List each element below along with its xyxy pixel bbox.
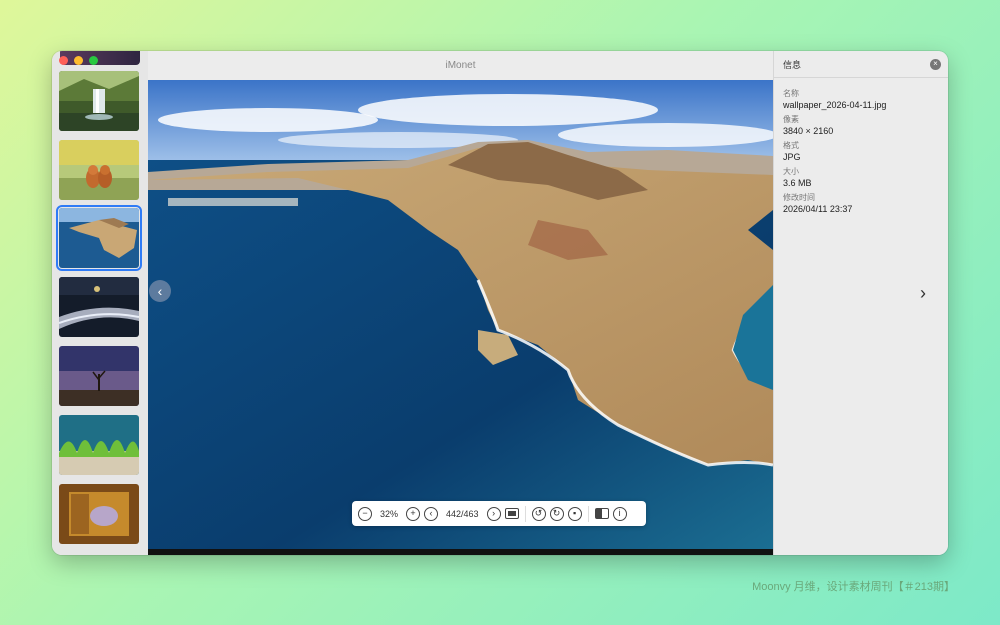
field-value-name: wallpaper_2026-04-11.jpg xyxy=(783,100,887,110)
delete-icon[interactable]: ▪ xyxy=(567,506,582,521)
main-photo[interactable] xyxy=(148,80,773,549)
zoom-window-button[interactable] xyxy=(89,56,98,65)
info-panel-title: 信息 xyxy=(783,59,802,70)
thumbnail-fox[interactable] xyxy=(59,140,139,200)
toolbar-divider xyxy=(587,505,589,522)
close-icon[interactable]: × xyxy=(930,58,941,70)
zoom-out-icon[interactable]: − xyxy=(358,506,372,521)
toggle-panel-icon[interactable] xyxy=(594,508,609,519)
image-counter: 442/463 xyxy=(446,508,479,519)
app-window: iMonet ‹ − 32% + ‹ 442/463 › ↺ ↻ ▪ i 信息 … xyxy=(52,51,948,555)
field-label-pixels: 像素 xyxy=(783,115,799,124)
field-label-format: 格式 xyxy=(783,141,799,150)
chevron-left-icon: ‹ xyxy=(157,283,163,299)
zoom-level: 32% xyxy=(380,508,399,519)
close-window-button[interactable] xyxy=(59,56,68,65)
field-label-size: 大小 xyxy=(783,167,799,176)
info-fields: 名称 wallpaper_2026-04-11.jpg 像素 3840 × 21… xyxy=(774,78,948,224)
field-value-format: JPG xyxy=(783,152,801,162)
rotate-right-icon[interactable]: ↻ xyxy=(549,506,564,521)
field-value-size: 3.6 MB xyxy=(783,178,812,188)
fit-screen-icon[interactable] xyxy=(504,508,519,519)
previous-image-button[interactable]: ‹ xyxy=(149,280,171,302)
info-icon[interactable]: i xyxy=(612,506,627,521)
viewer-toolbar: − 32% + ‹ 442/463 › ↺ ↻ ▪ i xyxy=(352,501,646,526)
field-value-modified: 2026/04/11 23:37 xyxy=(783,204,853,214)
watermark-text: Moonvy 月维，设计素材周刊【＃213期】 xyxy=(752,581,955,593)
window-title: iMonet xyxy=(445,60,476,71)
zoom-in-icon[interactable]: + xyxy=(406,506,421,521)
thumbnail-green-leaves[interactable] xyxy=(59,415,139,475)
info-panel: 信息 × 名称 wallpaper_2026-04-11.jpg 像素 3840… xyxy=(773,51,948,555)
thumbnail-milky-way[interactable] xyxy=(59,346,139,406)
image-viewer: iMonet ‹ − 32% + ‹ 442/463 › ↺ ↻ ▪ i xyxy=(148,51,773,555)
minimize-window-button[interactable] xyxy=(74,56,83,65)
thumbnail-island[interactable] xyxy=(56,205,142,271)
next-image-button[interactable]: › xyxy=(920,284,926,302)
thumbnail-night-road[interactable] xyxy=(59,277,139,337)
title-bar: iMonet xyxy=(148,51,773,80)
thumbnail-waterfall[interactable] xyxy=(59,71,139,131)
thumbnail-sidebar[interactable] xyxy=(52,51,149,555)
previous-icon[interactable]: ‹ xyxy=(424,506,439,521)
info-panel-header: 信息 × xyxy=(774,51,948,78)
window-controls xyxy=(59,56,98,65)
field-label-name: 名称 xyxy=(783,89,799,98)
next-icon[interactable]: › xyxy=(486,506,501,521)
thumbnail-golden-art[interactable] xyxy=(59,484,139,544)
field-label-modified: 修改时间 xyxy=(783,193,815,202)
rotate-left-icon[interactable]: ↺ xyxy=(531,506,546,521)
field-value-pixels: 3840 × 2160 xyxy=(783,126,834,136)
toolbar-divider xyxy=(524,505,526,522)
chevron-right-icon: › xyxy=(920,283,926,303)
